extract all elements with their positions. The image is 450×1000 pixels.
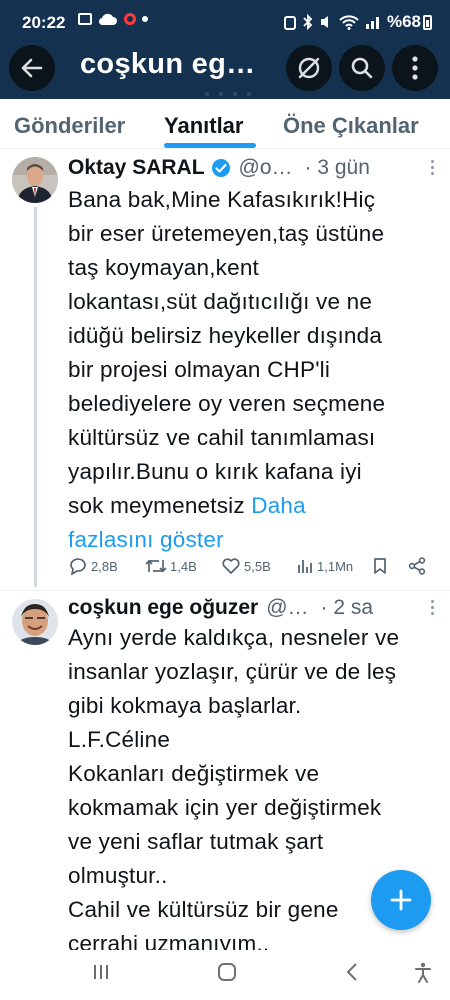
hide-location-button[interactable] [286, 45, 332, 91]
compose-button[interactable] [371, 870, 431, 930]
header-decoration [205, 92, 251, 96]
search-button[interactable] [339, 45, 385, 91]
plus-icon [390, 889, 412, 911]
author-handle: @o… [238, 156, 293, 179]
mute-icon [320, 16, 328, 28]
bookmark-icon [374, 558, 386, 574]
more-vertical-icon [412, 56, 418, 80]
more-options-button[interactable] [392, 45, 438, 91]
signal-icon [365, 17, 379, 29]
tab-posts[interactable]: Gönderiler [14, 113, 125, 139]
accessibility-button[interactable] [414, 962, 432, 989]
share-button[interactable] [408, 557, 426, 575]
battery-level: %68 [386, 12, 421, 31]
show-more-link-cont[interactable]: fazlasını göster [68, 527, 224, 552]
recent-apps-icon [94, 965, 108, 979]
nav-back-icon [346, 963, 357, 981]
back-button[interactable] [9, 45, 55, 91]
bookmark-button[interactable] [372, 557, 388, 575]
tweet-more-icon[interactable] [431, 600, 434, 615]
gallery-notification-icon [78, 13, 92, 25]
tab-highlights[interactable]: Öne Çıkanlar [283, 113, 419, 139]
tweet-text: Aynı yerde kaldıkça, nesneler ve insanla… [68, 625, 400, 950]
tweet-divider [0, 590, 450, 591]
like-button[interactable]: 5,5B [221, 557, 271, 575]
status-bar: 20:22 %68 [0, 0, 450, 40]
avatar[interactable] [12, 157, 58, 203]
recent-apps-button[interactable] [92, 962, 110, 987]
active-tab-indicator [164, 143, 256, 148]
avatar-image [12, 599, 58, 645]
status-time: 20:22 [22, 13, 66, 32]
author-name[interactable]: coşkun ege oğuzer [68, 596, 258, 620]
thread-line [34, 207, 37, 587]
tweet-time[interactable]: · 2 sa [321, 596, 374, 620]
tweet-more-icon[interactable] [431, 160, 434, 175]
vodafone-icon [124, 13, 136, 25]
alarm-icon [283, 16, 296, 30]
retweet-button[interactable]: 1,4B [145, 557, 197, 575]
avatar-image [12, 157, 58, 203]
heart-icon [222, 558, 240, 574]
share-icon [408, 557, 426, 575]
system-nav-bar [0, 950, 450, 1000]
avatar[interactable] [12, 599, 58, 645]
home-icon [218, 963, 236, 981]
home-button[interactable] [217, 962, 237, 987]
tweet[interactable]: Oktay SARAL @o… · 3 gün Bana bak,Mine Ka… [0, 153, 450, 590]
tweet-text: Bana bak,Mine Kafasıkırık!Hiç bir eser ü… [68, 187, 386, 552]
cloud-notification-icon [98, 13, 117, 26]
retweet-icon [145, 559, 167, 573]
show-more-link[interactable]: Daha [251, 493, 306, 518]
more-notifications-icon [142, 16, 148, 22]
tab-replies[interactable]: Yanıtlar [164, 113, 243, 139]
arrow-left-icon [21, 58, 43, 78]
verified-badge-icon [211, 159, 230, 177]
author-handle: @… [266, 596, 309, 619]
app-header: 20:22 %68 coşkun eg… [0, 0, 450, 99]
no-location-icon [298, 57, 320, 79]
views-button[interactable]: 1,1Mn [296, 557, 353, 575]
search-icon [351, 57, 373, 79]
wifi-icon [339, 15, 359, 30]
battery-icon [423, 14, 432, 30]
profile-tabs: Gönderiler Yanıtlar Öne Çıkanlar [0, 99, 450, 149]
bluetooth-icon [303, 14, 313, 30]
author-name[interactable]: Oktay SARAL [68, 156, 205, 180]
reply-button[interactable]: 2,8B [68, 557, 118, 575]
tweet-actions: 2,8B 1,4B 5,5B 1,1Mn [68, 557, 438, 581]
views-chart-icon [298, 560, 312, 573]
profile-title: coşkun eg… [80, 48, 256, 80]
tweet-time[interactable]: · 3 gün [305, 156, 370, 180]
nav-back-button[interactable] [345, 962, 359, 987]
reply-icon [70, 558, 86, 575]
accessibility-icon [415, 962, 431, 983]
